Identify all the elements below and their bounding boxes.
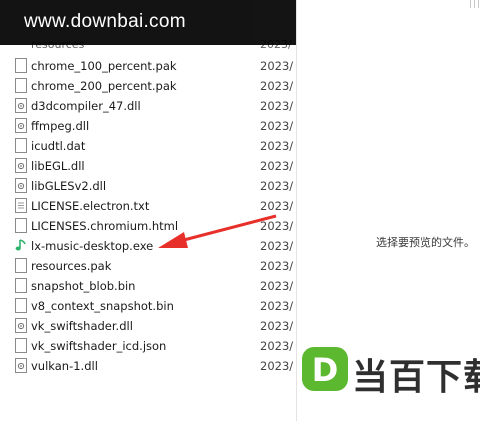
brand-text: 当百下载 bbox=[352, 357, 480, 398]
dll-gear-icon bbox=[15, 158, 27, 173]
file-row[interactable]: libEGL.dll 2023/ bbox=[0, 156, 296, 176]
dll-gear-icon bbox=[15, 178, 27, 193]
file-date: 2023/ bbox=[260, 179, 294, 193]
file-row[interactable]: d3dcompiler_47.dll 2023/ bbox=[0, 96, 296, 116]
dll-gear-icon bbox=[15, 318, 27, 333]
file-date: 2023/ bbox=[260, 139, 294, 153]
file-row[interactable]: libGLESv2.dll 2023/ bbox=[0, 176, 296, 196]
file-date: 2023/ bbox=[260, 319, 294, 333]
dll-gear-icon bbox=[15, 118, 27, 133]
watermark-banner: www.downbai.com bbox=[0, 0, 296, 45]
file-name: libEGL.dll bbox=[31, 159, 85, 173]
file-name: chrome_100_percent.pak bbox=[31, 59, 177, 73]
file-row[interactable]: chrome_200_percent.pak 2023/ bbox=[0, 76, 296, 96]
file-row[interactable]: icudtl.dat 2023/ bbox=[0, 136, 296, 156]
file-date: 2023/ bbox=[260, 59, 294, 73]
file-date: 2023/ bbox=[260, 119, 294, 133]
dll-gear-icon bbox=[15, 98, 27, 113]
file-icon bbox=[15, 298, 27, 313]
file-icon bbox=[15, 258, 27, 273]
file-icon bbox=[15, 338, 27, 353]
scrollbar-stub[interactable] bbox=[468, 0, 480, 8]
pane-divider[interactable] bbox=[296, 0, 297, 421]
brand-badge-icon: D bbox=[302, 347, 348, 391]
file-name: libGLESv2.dll bbox=[31, 179, 107, 193]
file-name: lx-music-desktop.exe bbox=[31, 239, 154, 253]
file-row[interactable]: v8_context_snapshot.bin 2023/ bbox=[0, 296, 296, 316]
watermark-text: www.downbai.com bbox=[24, 11, 186, 32]
file-name: resources.pak bbox=[31, 259, 112, 273]
red-arrow-annotation bbox=[158, 214, 277, 248]
dll-gear-icon bbox=[15, 358, 27, 373]
file-row[interactable]: vk_swiftshader_icd.json 2023/ bbox=[0, 336, 296, 356]
file-date: 2023/ bbox=[260, 79, 294, 93]
file-name: v8_context_snapshot.bin bbox=[31, 299, 174, 313]
file-date: 2023/ bbox=[260, 159, 294, 173]
file-name: icudtl.dat bbox=[31, 139, 86, 153]
file-icon bbox=[15, 78, 27, 93]
file-name: vk_swiftshader.dll bbox=[31, 319, 133, 333]
file-date: 2023/ bbox=[260, 259, 294, 273]
preview-hint-text: 选择要预览的文件。 bbox=[376, 236, 475, 249]
file-name: LICENSE.electron.txt bbox=[31, 199, 150, 213]
file-date: 2023/ bbox=[260, 339, 294, 353]
file-date: 2023/ bbox=[260, 359, 294, 373]
file-row[interactable]: chrome_100_percent.pak 2023/ bbox=[0, 56, 296, 76]
file-date: 2023/ bbox=[260, 279, 294, 293]
file-name: vk_swiftshader_icd.json bbox=[31, 339, 167, 353]
text-file-icon bbox=[15, 198, 27, 213]
file-icon bbox=[15, 218, 27, 233]
file-name: ffmpeg.dll bbox=[31, 119, 90, 133]
file-row[interactable]: vulkan-1.dll 2023/ bbox=[0, 356, 296, 376]
brand-logo: D 当百下载 bbox=[300, 345, 480, 398]
file-name: snapshot_blob.bin bbox=[31, 279, 136, 293]
file-icon bbox=[15, 138, 27, 153]
file-date: 2023/ bbox=[260, 99, 294, 113]
file-name: chrome_200_percent.pak bbox=[31, 79, 177, 93]
file-icon bbox=[15, 278, 27, 293]
file-name: vulkan-1.dll bbox=[31, 359, 98, 373]
file-name: d3dcompiler_47.dll bbox=[31, 99, 141, 113]
music-note-icon bbox=[15, 238, 27, 253]
file-icon bbox=[15, 58, 27, 73]
brand-badge-letter: D bbox=[312, 351, 339, 389]
file-date: 2023/ bbox=[260, 299, 294, 313]
file-row[interactable]: ffmpeg.dll 2023/ bbox=[0, 116, 296, 136]
file-row[interactable]: snapshot_blob.bin 2023/ bbox=[0, 276, 296, 296]
file-row[interactable]: vk_swiftshader.dll 2023/ bbox=[0, 316, 296, 336]
